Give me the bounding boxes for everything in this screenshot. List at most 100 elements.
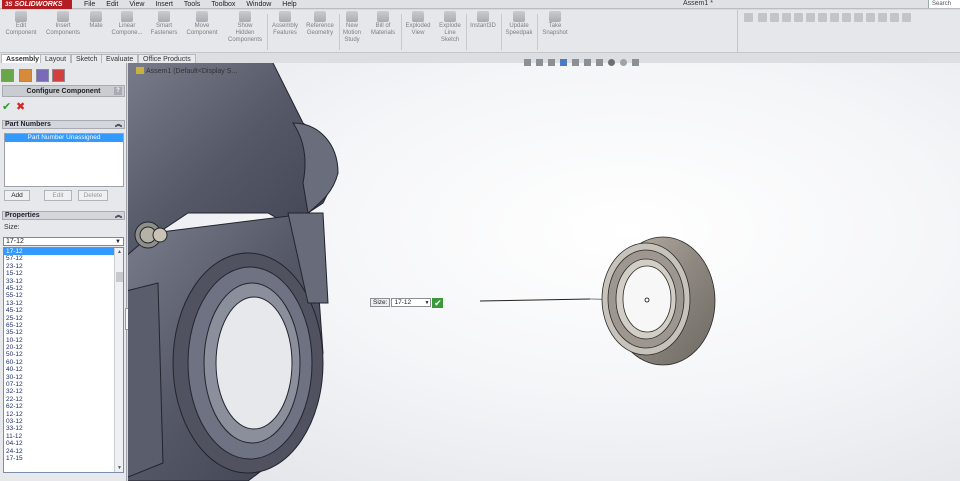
arc-icon[interactable] [794, 13, 803, 22]
feature-tree-tab-icon[interactable] [1, 69, 14, 82]
view-orientation-icon[interactable] [572, 58, 579, 66]
take-snapshot-button[interactable]: Take Snapshot [538, 11, 572, 37]
size-option[interactable]: 32-12 [4, 388, 123, 395]
zoom-to-fit-icon[interactable] [524, 58, 531, 66]
menu-edit[interactable]: Edit [106, 0, 118, 9]
callout-ok-button[interactable]: ✔ [432, 297, 444, 308]
point-icon[interactable] [818, 13, 827, 22]
insert-components-button[interactable]: Insert Components [43, 11, 83, 37]
new-motion-study-button[interactable]: New Motion Study [340, 11, 364, 44]
tab-office-products[interactable]: Office Products [138, 54, 196, 63]
edit-appearance-icon[interactable] [608, 58, 615, 66]
collapse-icon[interactable]: ︽ [115, 121, 122, 129]
pattern-icon[interactable] [866, 13, 875, 22]
display-style-icon[interactable] [584, 58, 591, 66]
solidworks-logo[interactable]: 3S SOLIDWORKS [2, 0, 72, 9]
assembly-features-button[interactable]: Assembly Features [269, 11, 301, 37]
menu-toolbox[interactable]: Toolbox [211, 0, 235, 9]
callout-size-select[interactable]: 17-12 ▼ [391, 298, 432, 307]
size-option[interactable]: 12-12 [4, 411, 123, 418]
size-option[interactable]: 33-12 [4, 278, 123, 285]
configuration-manager-tab-icon[interactable] [36, 69, 49, 82]
bill-of-materials-button[interactable]: Bill of Materials [366, 11, 400, 37]
add-part-number-button[interactable]: Add [4, 190, 30, 201]
scroll-down-icon[interactable]: ▼ [115, 464, 123, 472]
list-item[interactable]: Part Number Unassigned [5, 134, 123, 142]
update-speedpak-button[interactable]: Update Speedpak [502, 11, 536, 37]
apply-scene-icon[interactable] [620, 58, 627, 66]
size-option[interactable]: 17-12 [4, 248, 123, 256]
edit-part-number-button[interactable]: Edit [44, 190, 72, 201]
size-option[interactable]: 10-12 [4, 337, 123, 344]
move-component-button[interactable]: Move Component [183, 11, 221, 37]
show-hidden-components-button[interactable]: Show Hidden Components [225, 11, 265, 44]
toolbar-dropdown-icon[interactable] [902, 13, 911, 22]
circle-icon[interactable] [782, 13, 791, 22]
size-option[interactable]: 11-12 [4, 433, 123, 440]
size-option[interactable]: 62-12 [4, 403, 123, 410]
exploded-view-button[interactable]: Exploded View [402, 11, 434, 37]
line-icon[interactable] [758, 13, 767, 22]
rectangle-icon[interactable] [770, 13, 779, 22]
ok-button[interactable]: ✔ [2, 100, 11, 113]
help-icon[interactable]: ? [114, 87, 122, 95]
upright-part[interactable] [128, 63, 339, 481]
smart-fasteners-button[interactable]: Smart Fasteners [148, 11, 180, 37]
display-manager-tab-icon[interactable] [52, 69, 65, 82]
view-settings-icon[interactable] [632, 58, 639, 66]
size-option[interactable]: 45-12 [4, 307, 123, 314]
graphics-viewport[interactable]: Assem1 (Default<Display S... Size: 17-12… [128, 63, 960, 481]
menu-view[interactable]: View [129, 0, 144, 9]
tab-sketch[interactable]: Sketch [71, 54, 103, 63]
offset-icon[interactable] [842, 13, 851, 22]
spline-icon[interactable] [806, 13, 815, 22]
size-option[interactable]: 17-15 [4, 455, 123, 462]
size-option[interactable]: 20-12 [4, 344, 123, 351]
bearing-part[interactable] [601, 236, 716, 366]
tab-layout[interactable]: Layout [40, 54, 72, 63]
tab-assembly[interactable]: Assembly [1, 54, 45, 63]
size-option[interactable]: 65-12 [4, 322, 123, 329]
scrollbar-thumb[interactable] [116, 272, 123, 282]
size-select[interactable]: 17-12 ▼ [3, 237, 124, 246]
hide-show-items-icon[interactable] [596, 58, 603, 66]
mate-button[interactable]: Mate [86, 11, 106, 30]
feature-tree-root[interactable]: Assem1 (Default<Display S... [136, 67, 237, 75]
scrollbar[interactable]: ▲ ▼ [114, 248, 123, 472]
size-option[interactable]: 03-12 [4, 418, 123, 425]
size-option[interactable]: 13-12 [4, 300, 123, 307]
size-option[interactable]: 25-12 [4, 315, 123, 322]
size-option[interactable]: 33-12 [4, 425, 123, 432]
size-option[interactable]: 35-12 [4, 329, 123, 336]
size-option[interactable]: 40-12 [4, 366, 123, 373]
relations-icon[interactable] [878, 13, 887, 22]
menu-help[interactable]: Help [282, 0, 296, 9]
explode-line-sketch-button[interactable]: Explode Line Sketch [435, 11, 465, 44]
search-input[interactable]: Search [928, 0, 960, 8]
zoom-to-area-icon[interactable] [536, 58, 543, 66]
dimension-icon[interactable] [890, 13, 899, 22]
size-option[interactable]: 23-12 [4, 263, 123, 270]
menu-window[interactable]: Window [246, 0, 271, 9]
size-option[interactable]: 60-12 [4, 359, 123, 366]
tab-evaluate[interactable]: Evaluate [101, 54, 139, 63]
part-numbers-list[interactable]: Part Number Unassigned [4, 133, 124, 187]
menu-tools[interactable]: Tools [184, 0, 200, 9]
previous-view-icon[interactable] [548, 58, 555, 66]
part-numbers-group-header[interactable]: Part Numbers ︽ [2, 120, 125, 129]
size-option[interactable]: 45-12 [4, 285, 123, 292]
edit-component-button[interactable]: Edit Component [3, 11, 39, 37]
mirror-icon[interactable] [854, 13, 863, 22]
sketch-icon[interactable] [744, 13, 753, 22]
cancel-button[interactable]: ✖ [16, 100, 25, 113]
size-dropdown-list[interactable]: 17-12 57-12 23-12 15-12 33-12 45-12 55-12 13-12… [3, 247, 124, 473]
size-option[interactable]: 55-12 [4, 292, 123, 299]
size-option[interactable]: 07-12 [4, 381, 123, 388]
instant3d-button[interactable]: Instant3D [467, 11, 499, 30]
size-option[interactable]: 24-12 [4, 448, 123, 455]
size-option[interactable]: 30-12 [4, 374, 123, 381]
scroll-up-icon[interactable]: ▲ [115, 248, 123, 256]
delete-part-number-button[interactable]: Delete [78, 190, 108, 201]
reference-geometry-button[interactable]: Reference Geometry [302, 11, 338, 37]
property-manager-tab-icon[interactable] [19, 69, 32, 82]
